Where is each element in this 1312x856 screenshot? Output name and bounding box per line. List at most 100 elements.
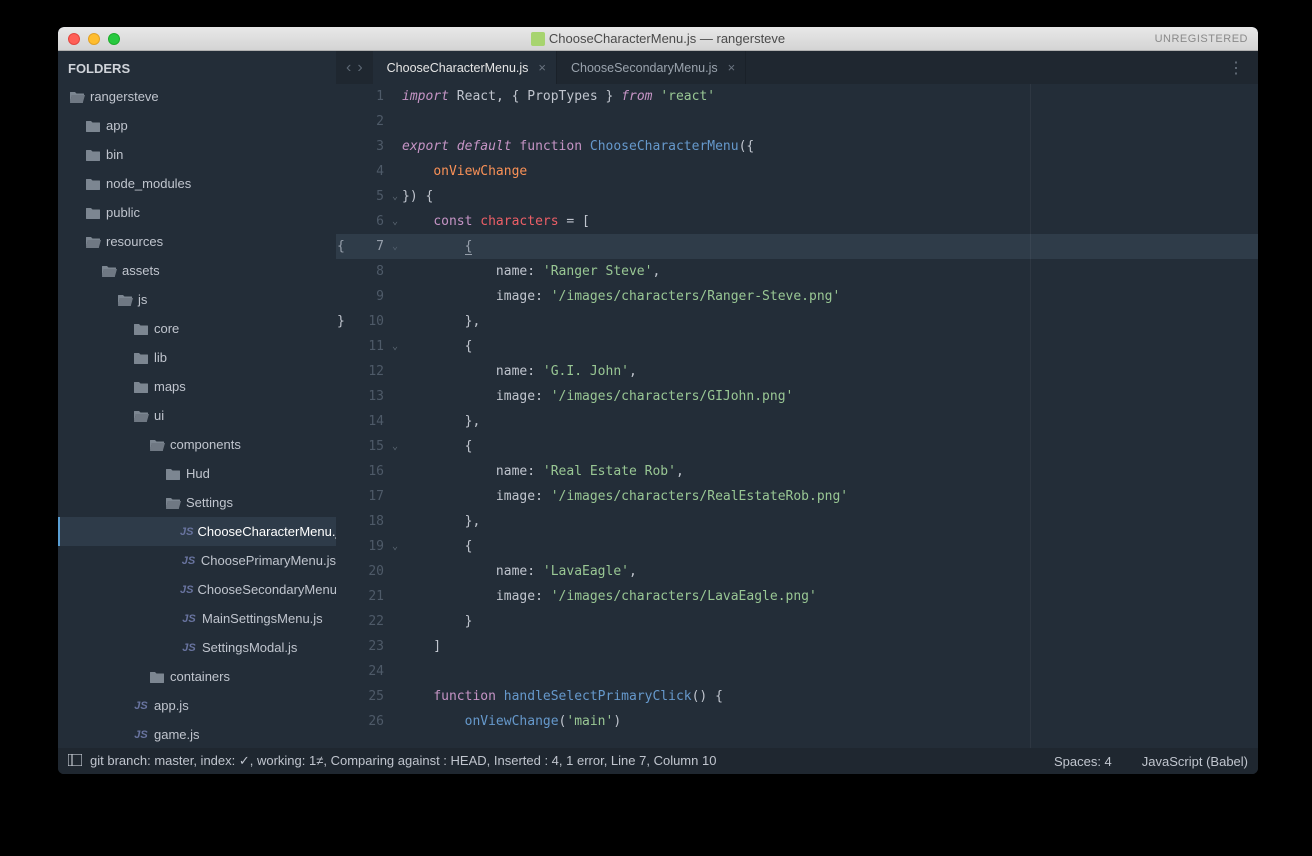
folder-icon <box>132 380 150 394</box>
statusbar: git branch: master, index: ✓, working: 1… <box>58 748 1258 774</box>
sidebar-item-components[interactable]: components <box>58 430 336 459</box>
folder-open-icon <box>68 90 86 104</box>
js-file-icon: JS <box>180 555 197 567</box>
folder-open-icon <box>116 293 134 307</box>
sidebar-item-label: js <box>138 292 147 307</box>
status-left: git branch: master, index: ✓, working: 1… <box>90 753 716 769</box>
sidebar-item-containers[interactable]: containers <box>58 662 336 691</box>
folder-icon <box>132 322 150 336</box>
sidebar-item-node_modules[interactable]: node_modules <box>58 169 336 198</box>
sidebar-item-label: Settings <box>186 495 233 510</box>
sidebar-item-label: assets <box>122 263 160 278</box>
folder-open-icon <box>100 264 118 278</box>
js-file-icon: JS <box>180 526 193 538</box>
sidebar-item-rangersteve[interactable]: rangersteve <box>58 82 336 111</box>
sidebar-item-choosesecondarymenu-js[interactable]: JSChooseSecondaryMenu.js <box>58 575 336 604</box>
sidebar-item-label: maps <box>154 379 186 394</box>
folder-icon <box>84 177 102 191</box>
js-file-icon: JS <box>132 700 150 712</box>
js-file-icon: JS <box>180 613 198 625</box>
sidebar-item-label: Hud <box>186 466 210 481</box>
titlebar: ChooseCharacterMenu.js — rangersteve UNR… <box>58 27 1258 51</box>
sidebar-item-bin[interactable]: bin <box>58 140 336 169</box>
folder-open-icon <box>132 409 150 423</box>
fold-icon[interactable]: ⌄ <box>392 209 398 234</box>
js-file-icon: JS <box>180 584 193 596</box>
sidebar-item-label: node_modules <box>106 176 191 191</box>
sidebar-item-label: lib <box>154 350 167 365</box>
folder-icon <box>148 670 166 684</box>
sidebar-item-label: public <box>106 205 140 220</box>
sidebar-item-maps[interactable]: maps <box>58 372 336 401</box>
sidebar-header: FOLDERS <box>58 57 336 82</box>
code-editor[interactable]: {} 1234567891011121314151617181920212223… <box>336 84 1258 748</box>
tabbar: ‹ › ChooseCharacterMenu.js×ChooseSeconda… <box>336 51 1258 84</box>
sidebar-item-lib[interactable]: lib <box>58 343 336 372</box>
fold-icon[interactable]: ⌄ <box>392 534 398 559</box>
sidebar-item-label: components <box>170 437 241 452</box>
sidebar-item-ui[interactable]: ui <box>58 401 336 430</box>
sidebar[interactable]: FOLDERS rangersteve app bin node_modulespub… <box>58 51 336 748</box>
sidebar-item-js[interactable]: js <box>58 285 336 314</box>
sidebar-item-label: rangersteve <box>90 89 159 104</box>
minimize-icon[interactable] <box>88 33 100 45</box>
tab-choosesecondarymenu-js[interactable]: ChooseSecondaryMenu.js × <box>557 51 746 84</box>
tab-overflow-menu[interactable]: ⋮ <box>1214 51 1258 84</box>
folder-open-icon <box>84 235 102 249</box>
chevron-left-icon[interactable]: ‹ <box>346 59 351 77</box>
sidebar-item-label: ui <box>154 408 164 423</box>
folder-icon <box>164 467 182 481</box>
js-file-icon: JS <box>132 729 150 741</box>
folder-icon <box>84 206 102 220</box>
sidebar-item-app-js[interactable]: JS app.js <box>58 691 336 720</box>
tab-history-nav[interactable]: ‹ › <box>336 51 373 84</box>
sidebar-item-label: ChoosePrimaryMenu.js <box>201 553 336 568</box>
status-language[interactable]: JavaScript (Babel) <box>1142 754 1248 769</box>
sidebar-item-hud[interactable]: Hud <box>58 459 336 488</box>
fold-icon[interactable]: ⌄ <box>392 434 398 459</box>
sidebar-item-assets[interactable]: assets <box>58 256 336 285</box>
sidebar-item-resources[interactable]: resources <box>58 227 336 256</box>
chevron-right-icon[interactable]: › <box>357 59 362 77</box>
editor-area: ‹ › ChooseCharacterMenu.js×ChooseSeconda… <box>336 51 1258 748</box>
folder-icon <box>132 351 150 365</box>
folder-open-icon <box>164 496 182 510</box>
tab-choosecharactermenu-js[interactable]: ChooseCharacterMenu.js × <box>373 51 557 84</box>
sidebar-item-settings[interactable]: Settings <box>58 488 336 517</box>
panel-icon[interactable] <box>68 754 82 769</box>
sidebar-item-label: containers <box>170 669 230 684</box>
sidebar-item-label: bin <box>106 147 123 162</box>
sidebar-item-public[interactable]: public <box>58 198 336 227</box>
sidebar-item-label: app.js <box>154 698 189 713</box>
sidebar-item-settingsmodal-js[interactable]: JS SettingsModal.js <box>58 633 336 662</box>
fold-icon[interactable]: ⌄ <box>392 334 398 359</box>
fold-icon[interactable]: ⌄ <box>392 234 398 259</box>
close-icon[interactable]: × <box>538 60 546 75</box>
status-spaces[interactable]: Spaces: 4 <box>1054 754 1112 769</box>
file-icon <box>531 32 545 46</box>
js-file-icon: JS <box>180 642 198 654</box>
sidebar-item-label: core <box>154 321 179 336</box>
sidebar-item-app[interactable]: app <box>58 111 336 140</box>
sidebar-item-label: resources <box>106 234 163 249</box>
close-icon[interactable]: × <box>728 60 736 75</box>
sidebar-item-label: ChooseCharacterMenu.js <box>197 524 336 539</box>
sidebar-item-game-js[interactable]: JS game.js <box>58 720 336 748</box>
tab-label: ChooseSecondaryMenu.js <box>571 61 718 75</box>
sidebar-item-mainsettingsmenu-js[interactable]: JSMainSettingsMenu.js <box>58 604 336 633</box>
sidebar-item-label: game.js <box>154 727 200 742</box>
close-icon[interactable] <box>68 33 80 45</box>
sidebar-item-chooseprimarymenu-js[interactable]: JS ChoosePrimaryMenu.js <box>58 546 336 575</box>
zoom-icon[interactable] <box>108 33 120 45</box>
tab-label: ChooseCharacterMenu.js <box>387 61 529 75</box>
folder-open-icon <box>148 438 166 452</box>
fold-icon[interactable]: ⌄ <box>392 184 398 209</box>
sidebar-item-label: SettingsModal.js <box>202 640 297 655</box>
sidebar-item-label: app <box>106 118 128 133</box>
unregistered-label: UNREGISTERED <box>1155 33 1248 45</box>
window-title: ChooseCharacterMenu.js — rangersteve <box>58 31 1258 46</box>
sidebar-item-core[interactable]: core <box>58 314 336 343</box>
window-controls <box>58 33 120 45</box>
sidebar-item-choosecharactermenu-js[interactable]: JS ChooseCharacterMenu.js <box>58 517 336 546</box>
folder-icon <box>84 148 102 162</box>
